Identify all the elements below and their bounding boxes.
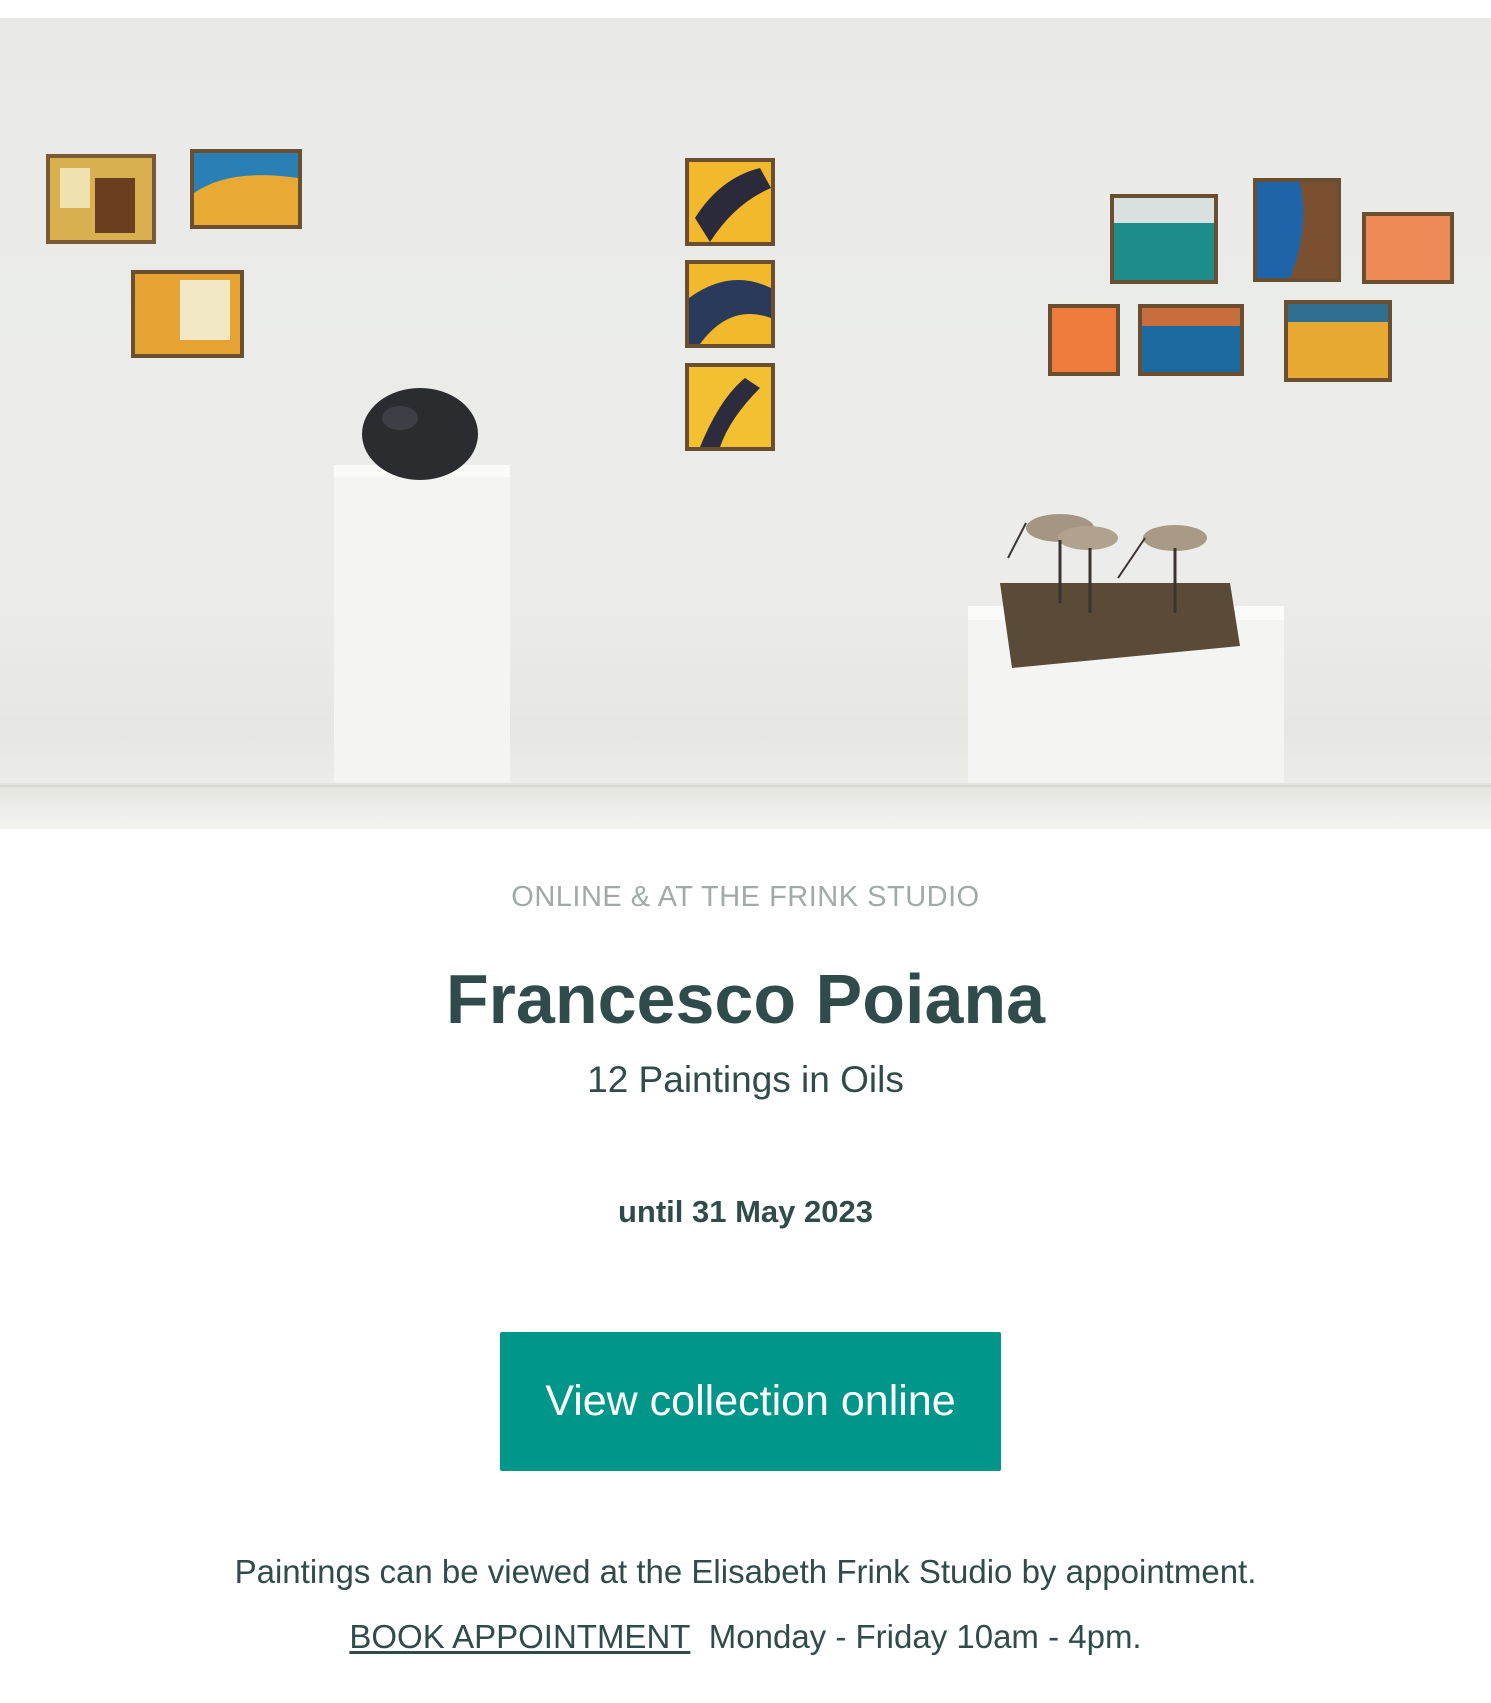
page-title: Francesco Poiana: [445, 960, 1046, 1038]
painting-group-right: [1048, 178, 1454, 382]
stone-sculpture: [334, 388, 510, 783]
page-subtitle: 12 Paintings in Oils: [587, 1059, 904, 1100]
book-appointment-link[interactable]: BOOK APPOINTMENT: [349, 1618, 690, 1655]
view-collection-button[interactable]: View collection online: [500, 1332, 1001, 1471]
kicker-text: ONLINE & AT THE FRINK STUDIO: [511, 881, 980, 913]
bird-sculpture: [968, 514, 1284, 783]
appointment-info: BOOK APPOINTMENT Monday - Friday 10am - …: [0, 1618, 1491, 1656]
opening-hours: Monday - Friday 10am - 4pm.: [708, 1618, 1142, 1655]
exhibition-date: until 31 May 2023: [617, 1194, 873, 1229]
gallery-scene: [0, 149, 1491, 829]
painting-group-center: [685, 158, 775, 451]
floor: [0, 783, 1491, 829]
hero-image: [0, 18, 1491, 829]
viewing-info: Paintings can be viewed at the Elisabeth…: [234, 1553, 1257, 1590]
painting-group-left: [46, 149, 302, 358]
